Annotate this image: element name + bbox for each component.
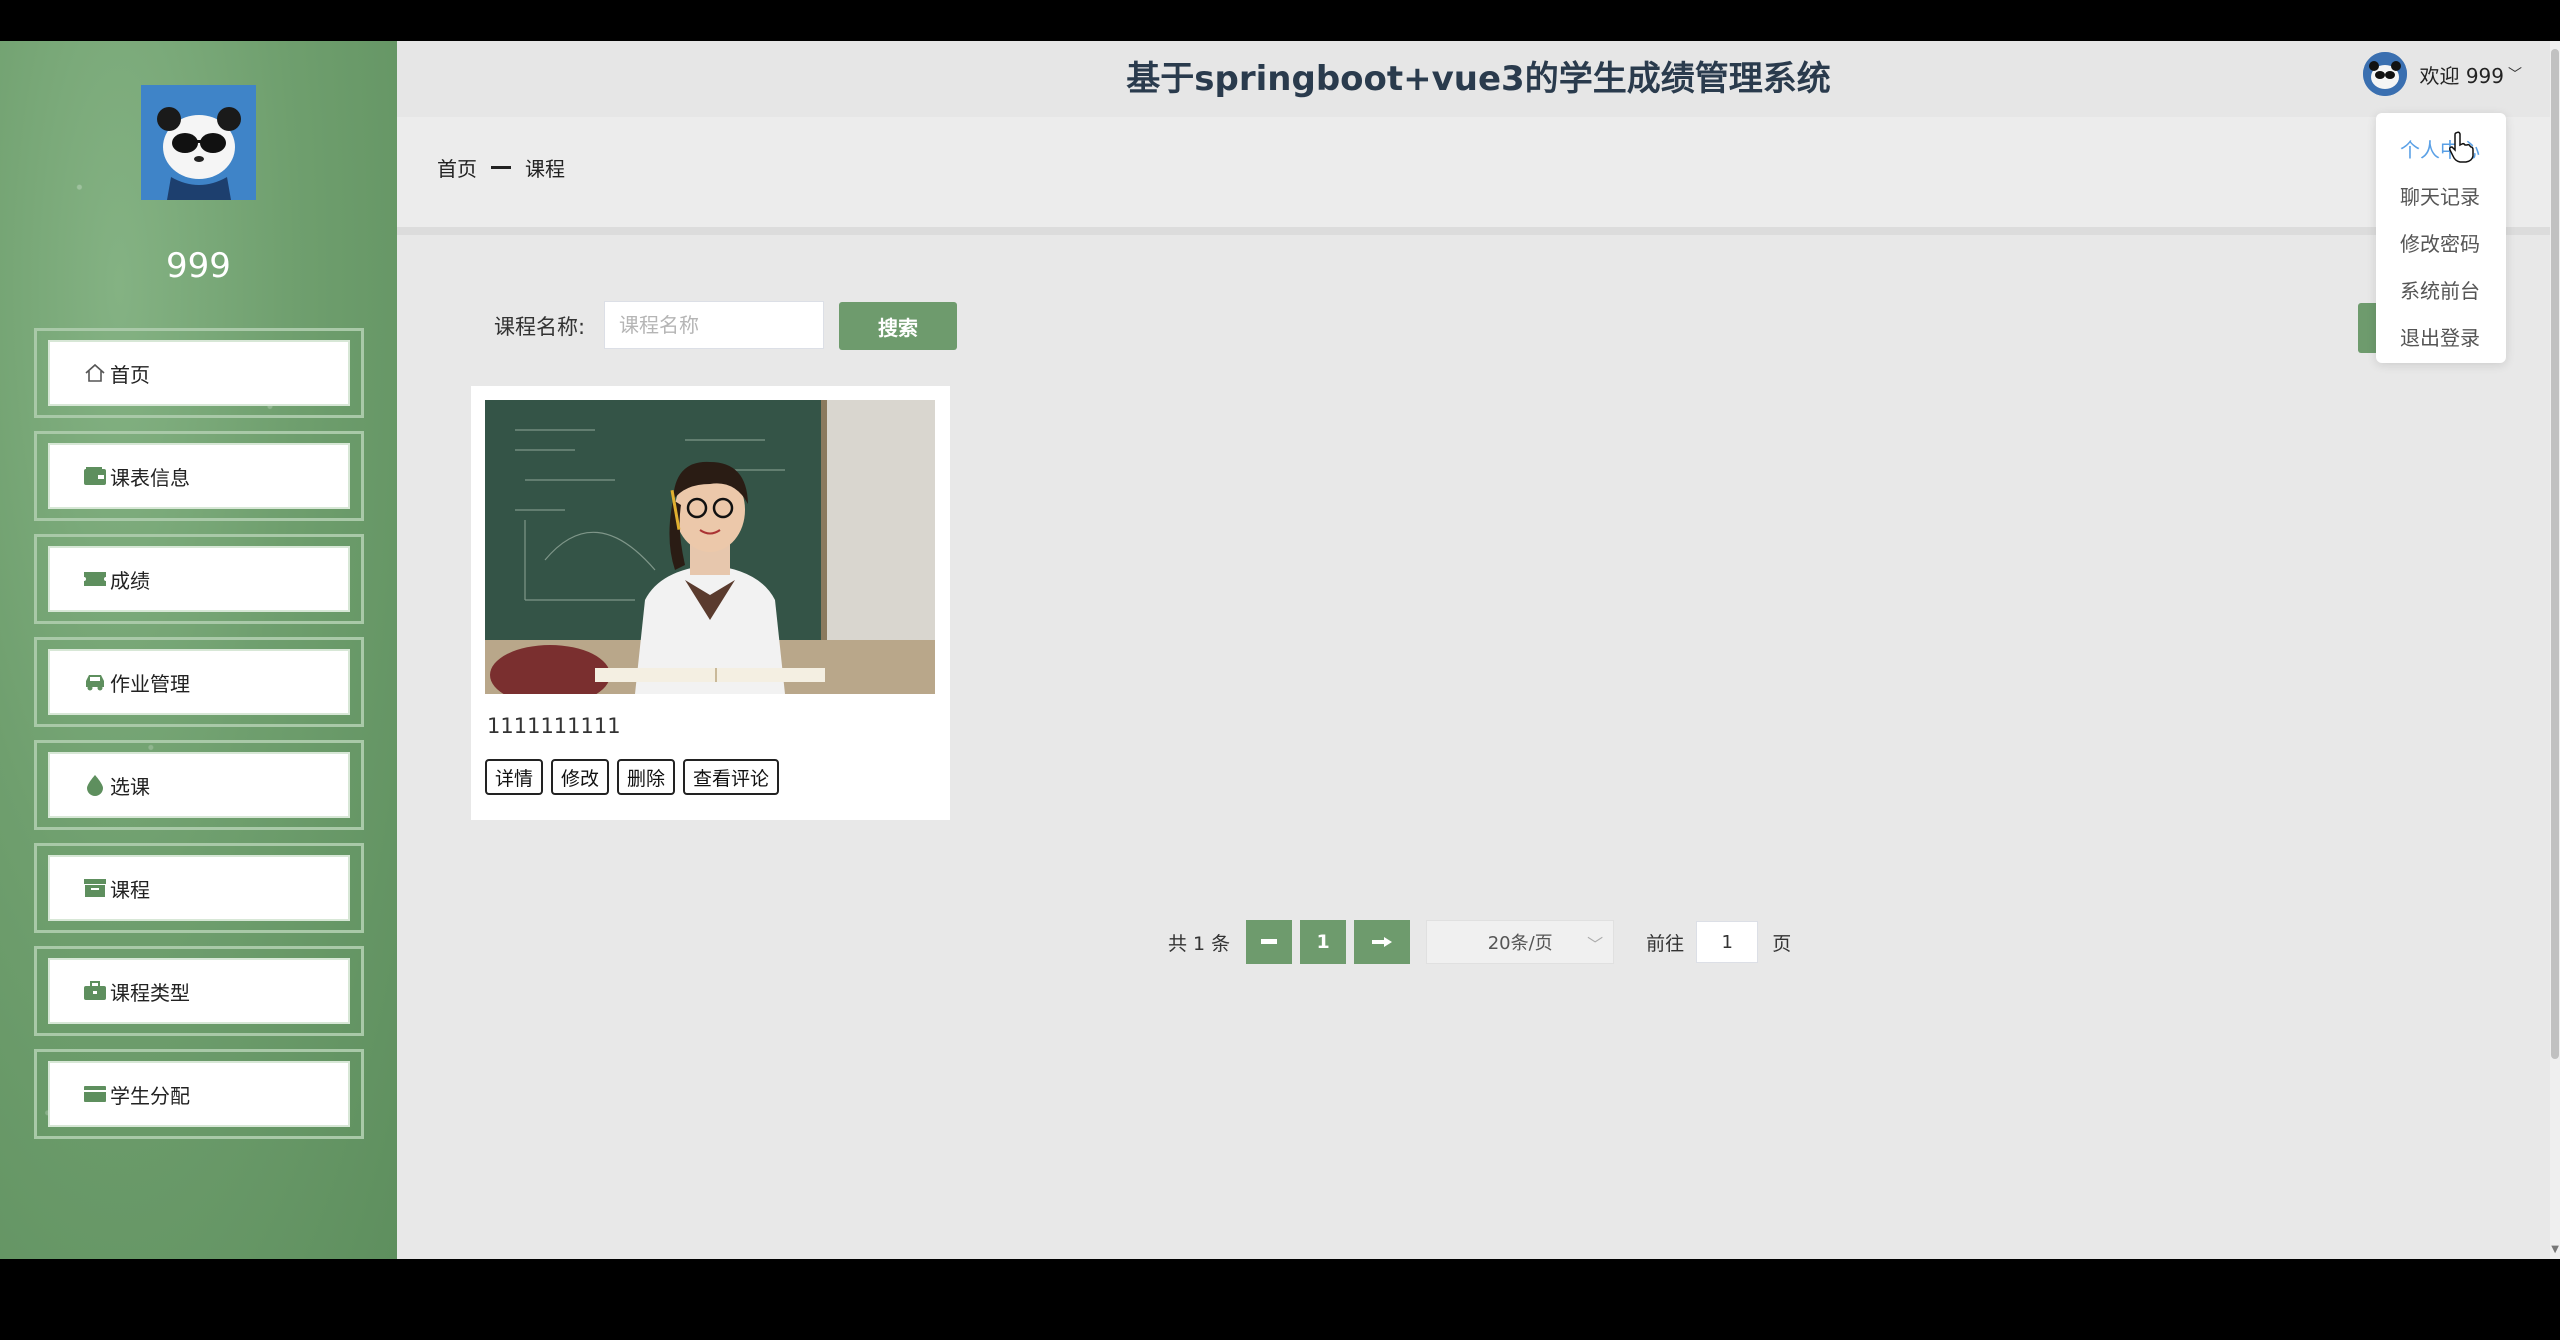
sidebar-menu: 首页 课表信息 成绩 作业管理 选课 课程 课程类型 学生分配 [34, 328, 364, 1152]
sidebar-item-courses[interactable]: 课程 [34, 843, 364, 933]
scrollbar-thumb[interactable] [2551, 49, 2559, 1059]
app-window: 999 首页 课表信息 成绩 作业管理 选课 课程 课程类型 学生分配 基于sp… [0, 41, 2560, 1259]
page-size-value: 20条/页 [1487, 933, 1553, 954]
drop-icon [82, 774, 108, 796]
breadcrumb-bar: 首页 课程 [397, 117, 2560, 235]
breadcrumb: 首页 课程 [437, 153, 565, 182]
sidebar-username: 999 [166, 246, 231, 286]
ticket-icon [82, 568, 108, 590]
card-icon [82, 1083, 108, 1105]
sidebar-item-grades[interactable]: 成绩 [34, 534, 364, 624]
menu-item-frontend[interactable]: 系统前台 [2376, 268, 2506, 315]
sidebar-item-student-assignment[interactable]: 学生分配 [34, 1049, 364, 1139]
user-menu-trigger[interactable]: 欢迎 999 ﹀ [2363, 51, 2522, 97]
breadcrumb-home[interactable]: 首页 [437, 153, 477, 182]
page-suffix: 页 [1772, 932, 1792, 955]
sidebar-item-schedule[interactable]: 课表信息 [34, 431, 364, 521]
top-header: 基于springboot+vue3的学生成绩管理系统 欢迎 999 ﹀ [397, 41, 2560, 117]
user-avatar[interactable] [141, 85, 256, 200]
sidebar-item-label: 选课 [110, 774, 150, 799]
sidebar-item-label: 学生分配 [110, 1083, 190, 1108]
next-page-button[interactable] [1354, 920, 1411, 964]
sidebar: 999 首页 课表信息 成绩 作业管理 选课 课程 课程类型 学生分配 [0, 41, 397, 1259]
scrollbar[interactable]: ▼ [2550, 41, 2560, 1259]
goto-label: 前往 [1646, 932, 1685, 955]
search-button[interactable]: 搜索 [839, 302, 957, 350]
home-icon [82, 362, 108, 384]
classroom-photo-icon [485, 400, 935, 694]
search-input[interactable] [604, 301, 824, 349]
course-card[interactable]: 1111111111 详情 修改 删除 查看评论 [471, 386, 950, 820]
sidebar-item-label: 课程 [110, 877, 150, 902]
sidebar-item-label: 成绩 [110, 568, 150, 593]
sidebar-item-course-selection[interactable]: 选课 [34, 740, 364, 830]
arrow-right-icon [1372, 937, 1393, 947]
minus-icon [1261, 939, 1278, 944]
briefcase-icon [82, 980, 108, 1002]
sidebar-item-home[interactable]: 首页 [34, 328, 364, 418]
course-image [485, 400, 935, 694]
add-button[interactable] [2358, 303, 2378, 353]
menu-item-change-password[interactable]: 修改密码 [2376, 221, 2506, 268]
panda-avatar-icon [2363, 52, 2408, 96]
sidebar-item-label: 作业管理 [110, 671, 190, 696]
avatar [2363, 52, 2408, 96]
welcome-text: 欢迎 999 [2419, 63, 2504, 88]
menu-item-logout[interactable]: 退出登录 [2376, 315, 2506, 362]
menu-item-profile[interactable]: 个人中心 [2376, 127, 2506, 174]
page-size-select[interactable]: 20条/页 ﹀ [1426, 920, 1615, 964]
page-title: 基于springboot+vue3的学生成绩管理系统 [1126, 59, 1831, 99]
sidebar-item-label: 课表信息 [110, 465, 190, 490]
hand-cursor-icon [2449, 131, 2474, 163]
delete-button[interactable]: 删除 [617, 759, 676, 795]
prev-page-button[interactable] [1246, 920, 1293, 964]
course-actions: 详情 修改 删除 查看评论 [485, 759, 780, 795]
sidebar-item-label: 课程类型 [110, 980, 190, 1005]
goto-page-input[interactable] [1696, 921, 1759, 963]
pagination: 共 1 条 1 20条/页 ﹀ 前往 页 [1168, 919, 1791, 965]
box-icon [82, 877, 108, 899]
sidebar-item-homework[interactable]: 作业管理 [34, 637, 364, 727]
pagination-total: 共 1 条 [1168, 932, 1231, 955]
edit-button[interactable]: 修改 [551, 759, 610, 795]
panda-avatar-icon [141, 85, 256, 200]
breadcrumb-current: 课程 [525, 157, 565, 181]
breadcrumb-separator [491, 166, 511, 169]
search-label: 课程名称: [494, 315, 586, 339]
menu-item-chat-history[interactable]: 聊天记录 [2376, 174, 2506, 221]
user-dropdown-menu: 个人中心 聊天记录 修改密码 系统前台 退出登录 [2376, 113, 2506, 363]
wallet-icon [82, 465, 108, 487]
course-name: 1111111111 [487, 714, 621, 738]
view-comments-button[interactable]: 查看评论 [683, 759, 780, 795]
scroll-down-arrow-icon[interactable]: ▼ [2551, 1244, 2559, 1255]
chevron-down-icon: ﹀ [2508, 67, 2522, 83]
page-number-button[interactable]: 1 [1300, 920, 1347, 964]
chevron-down-icon: ﹀ [1587, 935, 1604, 954]
car-icon [82, 671, 108, 693]
sidebar-item-label: 首页 [110, 362, 150, 387]
detail-button[interactable]: 详情 [485, 759, 544, 795]
sidebar-item-course-types[interactable]: 课程类型 [34, 946, 364, 1036]
